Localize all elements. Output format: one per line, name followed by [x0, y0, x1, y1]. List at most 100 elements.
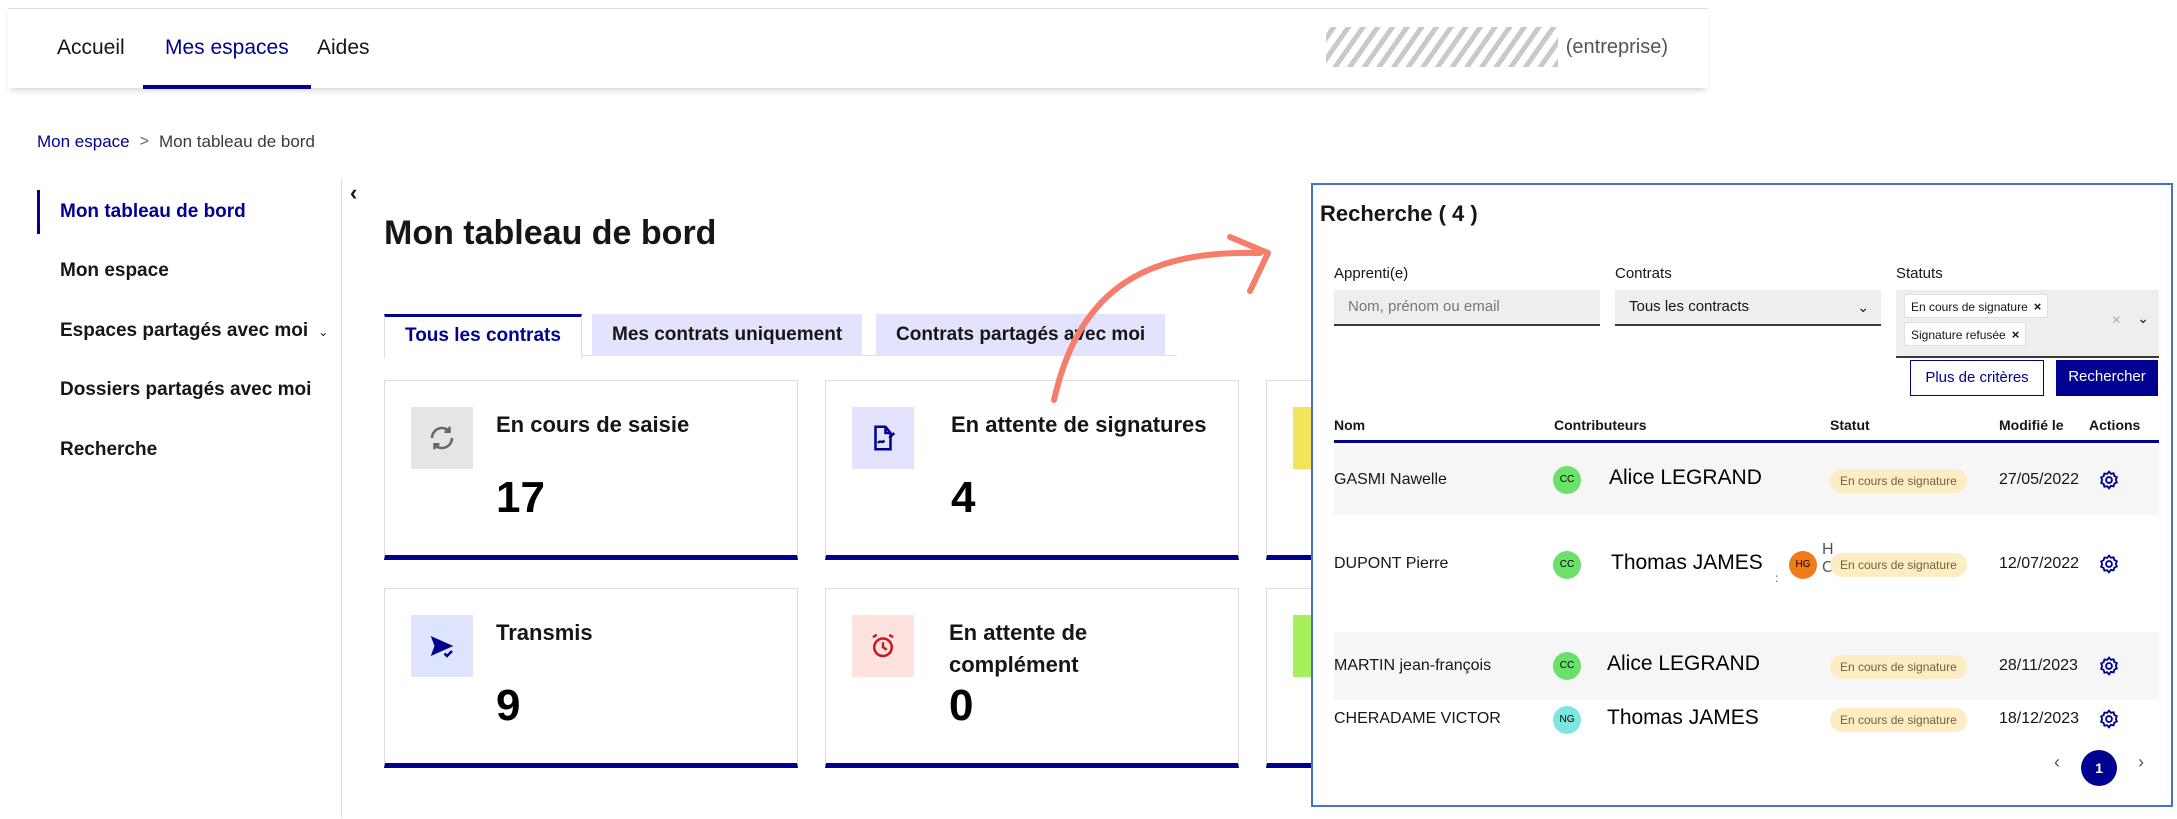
refresh-icon [411, 407, 473, 469]
pagination-next[interactable]: › [2138, 752, 2144, 773]
status-badge: En cours de signature [1830, 553, 1967, 577]
chevron-down-icon: ⌄ [318, 325, 329, 339]
table-row[interactable]: DUPONT Pierre CC Thomas JAMES HG H C : E… [1334, 515, 2159, 611]
row-contributeur: Thomas JAMES [1611, 551, 1763, 574]
column-header: Contributeurs [1554, 417, 1647, 433]
gear-icon[interactable] [2099, 656, 2119, 681]
top-navigation: Accueil Mes espaces Aides (entreprise) [8, 8, 1708, 89]
sidebar-item-tableau-de-bord[interactable]: Mon tableau de bord [37, 190, 246, 234]
row-contributeur: Alice LEGRAND [1607, 652, 1760, 675]
sidebar-item-dossiers-partages[interactable]: Dossiers partagés avec moi [37, 368, 311, 412]
sidebar-item-espaces-partages[interactable]: Espaces partagés avec moi ⌄ [37, 309, 328, 353]
card-count: 4 [951, 473, 976, 522]
contrats-select-value: Tous les contracts [1629, 298, 1750, 315]
chevron-down-icon[interactable]: ⌄ [2137, 310, 2149, 327]
more-criteria-button[interactable]: Plus de critères [1910, 360, 2044, 396]
user-type-label: (entreprise) [1565, 35, 1668, 58]
status-chip[interactable]: En cours de signature × [1904, 294, 2049, 318]
status-chip[interactable]: Signature refusée × [1904, 322, 2027, 346]
column-header: Modifié le [1999, 417, 2064, 433]
sidebar-item-label: Espaces partagés avec moi [60, 320, 309, 341]
apprenti-search-input[interactable]: Nom, prénom ou email [1334, 290, 1600, 326]
chevron-left-icon[interactable]: ‹ [350, 180, 357, 206]
table-header: Nom Contributeurs Statut Modifié le Acti… [1334, 409, 2159, 443]
apprenti-label: Apprenti(e) [1334, 265, 1409, 282]
gear-icon[interactable] [2099, 554, 2119, 579]
table-row[interactable]: CHERADAME VICTOR NG Thomas JAMES En cour… [1334, 700, 2159, 744]
status-badge: En cours de signature [1830, 469, 1967, 493]
pagination-current-page[interactable]: 1 [2081, 750, 2117, 786]
gear-icon[interactable] [2099, 709, 2119, 734]
truncated-contributor-text: : [1775, 571, 1779, 585]
row-contributeur: Alice LEGRAND [1609, 466, 1762, 489]
row-nom: MARTIN jean-françois [1334, 657, 1492, 674]
sidebar: Mon tableau de bord Mon espace Espaces p… [37, 178, 342, 818]
statuts-multiselect[interactable]: En cours de signature × Signature refusée… [1896, 290, 2159, 358]
table-row[interactable]: GASMI Nawelle CC Alice LEGRAND En cours … [1334, 446, 2159, 515]
nav-tab-accueil[interactable]: Accueil [57, 9, 125, 89]
sidebar-item-mon-espace[interactable]: Mon espace [37, 249, 169, 293]
status-badge: En cours de signature [1830, 708, 1967, 732]
chevron-down-icon: ⌄ [1857, 299, 1869, 315]
breadcrumb-current: Mon tableau de bord [158, 132, 315, 151]
chip-label: En cours de signature [1911, 300, 2028, 314]
sidebar-item-recherche[interactable]: Recherche [37, 428, 157, 472]
nav-tab-mes-espaces[interactable]: Mes espaces [143, 9, 311, 89]
card-partial[interactable] [1266, 588, 1317, 768]
user-account[interactable]: (entreprise) [1325, 27, 1668, 67]
row-nom: DUPONT Pierre [1334, 555, 1449, 572]
search-panel: Recherche ( 4 ) Apprenti(e) Nom, prénom … [1311, 183, 2173, 807]
page-title: Mon tableau de bord [384, 214, 717, 252]
avatar: CC [1553, 551, 1581, 579]
search-button[interactable]: Rechercher [2056, 360, 2158, 396]
sidebar-item-label: Mon tableau de bord [60, 201, 246, 222]
column-header: Nom [1334, 417, 1366, 433]
clear-icon[interactable]: × [2112, 312, 2121, 330]
row-nom: CHERADAME VICTOR [1334, 710, 1501, 727]
search-title: Recherche ( 4 ) [1320, 201, 1478, 226]
avatar: CC [1553, 652, 1581, 680]
nav-tab-aides[interactable]: Aides [317, 9, 370, 89]
card-partial[interactable] [1266, 380, 1317, 560]
card-en-attente-signatures[interactable]: En attente de signatures 4 [825, 380, 1239, 560]
card-count: 0 [949, 681, 974, 730]
breadcrumb: Mon espace > Mon tableau de bord [37, 132, 315, 152]
pagination-prev[interactable]: ‹ [2054, 752, 2060, 773]
remove-chip-icon[interactable]: × [2012, 327, 2020, 342]
card-transmis[interactable]: Transmis 9 [384, 588, 798, 768]
breadcrumb-link-mon-espace[interactable]: Mon espace [37, 132, 130, 152]
card-label: Transmis [496, 620, 593, 645]
row-date: 18/12/2023 [1999, 710, 2080, 727]
truncated-contributor-text: H [1822, 541, 1834, 558]
column-header: Statut [1830, 417, 1870, 433]
status-badge: En cours de signature [1830, 655, 1967, 679]
chevron-right-icon: > [139, 133, 149, 150]
table-row[interactable]: MARTIN jean-françois CC Alice LEGRAND En… [1334, 632, 2159, 700]
annotation-arrow [1051, 234, 1271, 403]
contrats-select[interactable]: Tous les contracts ⌄ [1615, 290, 1881, 326]
card-label: En attente de signatures [951, 412, 1207, 437]
avatar: NG [1553, 706, 1581, 734]
avatar: CC [1553, 466, 1581, 494]
column-header: Actions [2089, 417, 2141, 433]
sidebar-item-label: Mon espace [60, 260, 169, 281]
statuts-label: Statuts [1896, 265, 1943, 282]
row-date: 27/05/2022 [1999, 471, 2080, 488]
gear-icon[interactable] [2099, 470, 2119, 495]
sidebar-item-label: Dossiers partagés avec moi [60, 379, 312, 400]
send-icon [411, 615, 473, 677]
card-label: En cours de saisie [496, 412, 690, 437]
chip-label: Signature refusée [1911, 328, 2006, 342]
row-date: 28/11/2023 [1999, 657, 2078, 674]
row-contributeur: Thomas JAMES [1607, 706, 1759, 729]
redacted-username [1325, 27, 1558, 67]
avatar: HG [1789, 551, 1817, 579]
tab-tous-les-contrats[interactable]: Tous les contrats [384, 314, 582, 358]
remove-chip-icon[interactable]: × [2034, 299, 2042, 314]
card-en-cours-de-saisie[interactable]: En cours de saisie 17 [384, 380, 798, 560]
tab-mes-contrats[interactable]: Mes contrats uniquement [592, 314, 863, 356]
card-en-attente-complement[interactable]: En attente de complément 0 [825, 588, 1239, 768]
contrats-label: Contrats [1615, 265, 1672, 282]
signature-icon [852, 407, 914, 469]
alarm-clock-icon [852, 615, 914, 677]
